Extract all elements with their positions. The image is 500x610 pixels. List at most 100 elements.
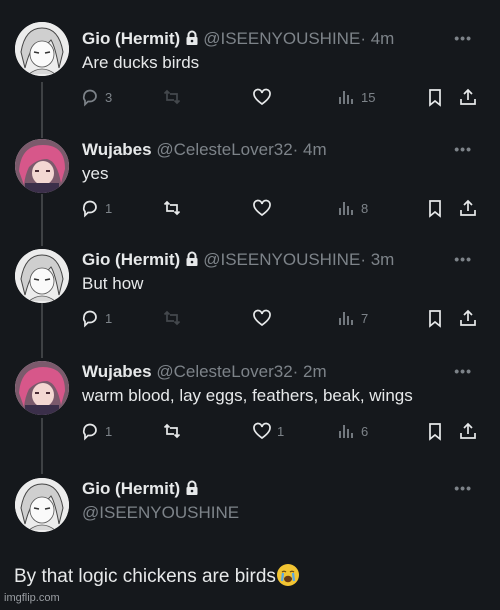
handle[interactable]: @CelesteLover32 [156, 362, 292, 381]
views-icon [339, 91, 353, 104]
reply-button[interactable]: 1 [80, 420, 112, 442]
retweet-icon [163, 200, 181, 216]
views-icon [339, 312, 353, 325]
display-name[interactable]: Gio (Hermit) [82, 479, 180, 498]
share-icon [460, 309, 476, 326]
views-button[interactable]: 6 [336, 420, 368, 442]
bookmark-button[interactable] [425, 307, 445, 329]
tweet-actions: 3 15 [0, 86, 500, 108]
reply-icon [82, 310, 97, 328]
like-count: 1 [277, 423, 285, 439]
share-button[interactable] [458, 307, 478, 329]
views-count: 7 [361, 310, 369, 326]
reply-icon [82, 423, 97, 441]
timestamp[interactable]: · 2m [293, 362, 327, 381]
heart-icon [253, 422, 271, 440]
share-icon [460, 422, 476, 439]
reply-count: 1 [105, 423, 113, 439]
tweet-header: Wujabes @CelesteLover32· 4m [82, 139, 327, 161]
more-options-icon[interactable]: ••• [454, 30, 472, 46]
tweet-header: Gio (Hermit) @ISEENYOUSHINE· 4m [82, 28, 394, 50]
views-count: 15 [361, 89, 376, 105]
more-options-icon[interactable]: ••• [454, 141, 472, 157]
retweet-icon [163, 310, 181, 326]
heart-icon [253, 88, 271, 106]
tweet-header: Gio (Hermit) [82, 478, 203, 500]
bookmark-button[interactable] [425, 197, 445, 219]
tweet-text: Are ducks birds [82, 53, 200, 72]
reply-button[interactable]: 1 [80, 307, 112, 329]
views-icon [339, 202, 353, 215]
views-count: 6 [361, 423, 369, 439]
main-tweet-text: By that logic chickens are birds [14, 566, 276, 587]
avatar-wujabes[interactable] [15, 139, 69, 193]
like-button[interactable] [252, 307, 272, 329]
timestamp[interactable]: · 4m [293, 140, 327, 159]
heart-icon [253, 199, 271, 217]
lock-icon [186, 251, 198, 266]
loudly-crying-face-icon [276, 564, 299, 586]
retweet-button[interactable] [162, 420, 182, 442]
watermark: imgflip.com [4, 592, 60, 604]
tweet-actions: 1 1 6 [0, 420, 500, 442]
reply-count: 1 [105, 310, 113, 326]
views-button[interactable]: 7 [336, 307, 368, 329]
lock-icon [186, 30, 198, 45]
reply-button[interactable]: 3 [80, 86, 112, 108]
reply-icon [82, 89, 97, 107]
main-tweet-text-container: By that logic chickens are birds [14, 564, 299, 590]
retweet-button[interactable] [162, 197, 182, 219]
tweet-text: yes [82, 164, 109, 183]
bookmark-button[interactable] [425, 86, 445, 108]
bookmark-icon [429, 89, 441, 107]
reply-button[interactable]: 1 [80, 197, 112, 219]
display-name[interactable]: Gio (Hermit) [82, 29, 180, 48]
lock-icon [186, 480, 198, 495]
avatar-gio[interactable] [15, 22, 69, 76]
views-button[interactable]: 15 [336, 86, 375, 108]
display-name[interactable]: Wujabes [82, 362, 152, 381]
avatar-gio[interactable] [15, 249, 69, 303]
more-options-icon[interactable]: ••• [454, 363, 472, 379]
retweet-button[interactable] [162, 307, 182, 329]
views-button[interactable]: 8 [336, 197, 368, 219]
views-count: 8 [361, 200, 369, 216]
share-button[interactable] [458, 420, 478, 442]
handle[interactable]: @CelesteLover32 [156, 140, 292, 159]
bookmark-icon [429, 200, 441, 218]
timestamp[interactable]: · 4m [360, 29, 394, 48]
tweet-actions: 1 7 [0, 307, 500, 329]
share-icon [460, 199, 476, 216]
more-options-icon[interactable]: ••• [454, 480, 472, 496]
retweet-button[interactable] [162, 86, 182, 108]
tweet-header: Gio (Hermit) @ISEENYOUSHINE· 3m [82, 249, 394, 271]
display-name[interactable]: Wujabes [82, 140, 152, 159]
tweet-header: Wujabes @CelesteLover32· 2m [82, 361, 327, 383]
tweet-text: But how [82, 274, 144, 293]
like-button[interactable] [252, 86, 272, 108]
views-icon [339, 425, 353, 438]
bookmark-icon [429, 310, 441, 328]
avatar-gio[interactable] [15, 478, 69, 532]
avatar-wujabes[interactable] [15, 361, 69, 415]
more-options-icon[interactable]: ••• [454, 251, 472, 267]
like-button[interactable] [252, 197, 272, 219]
timestamp[interactable]: · 3m [360, 250, 394, 269]
tweet-text: warm blood, lay eggs, feathers, beak, wi… [82, 386, 413, 405]
bookmark-icon [429, 423, 441, 441]
handle[interactable]: @ISEENYOUSHINE [203, 250, 360, 269]
share-button[interactable] [458, 86, 478, 108]
display-name[interactable]: Gio (Hermit) [82, 250, 180, 269]
share-icon [460, 88, 476, 105]
handle[interactable]: @ISEENYOUSHINE [203, 29, 360, 48]
handle[interactable]: @ISEENYOUSHINE [82, 502, 239, 524]
reply-count: 3 [105, 89, 113, 105]
retweet-icon [163, 89, 181, 105]
like-button[interactable]: 1 [252, 420, 284, 442]
reply-count: 1 [105, 200, 113, 216]
bookmark-button[interactable] [425, 420, 445, 442]
reply-icon [82, 200, 97, 218]
tweet-actions: 1 8 [0, 197, 500, 219]
share-button[interactable] [458, 197, 478, 219]
heart-icon [253, 309, 271, 327]
